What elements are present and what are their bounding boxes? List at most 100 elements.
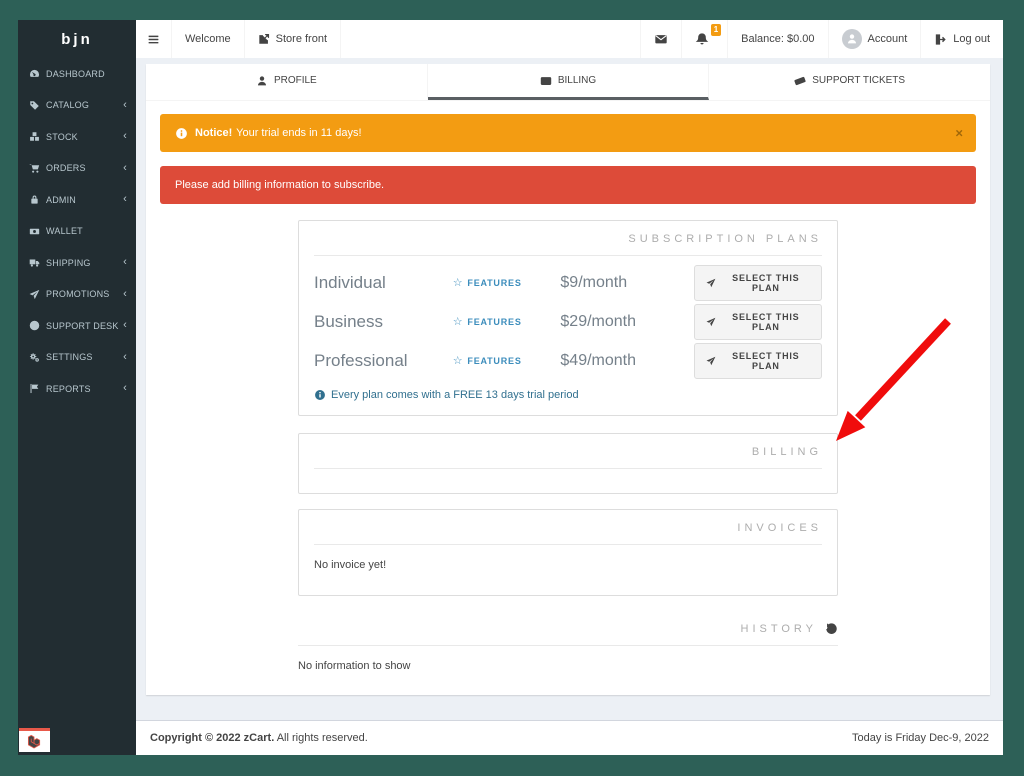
chevron-left-icon: ‹ [123, 161, 127, 174]
divider [314, 544, 822, 545]
sidebar-toggle-button[interactable] [136, 20, 172, 58]
features-label: FEATURES [467, 316, 522, 327]
select-plan-label: SELECT THIS PLAN [732, 272, 800, 293]
history-section: HISTORY No information to show [298, 622, 838, 692]
tab-label: SUPPORT TICKETS [812, 75, 906, 86]
sidebar-item-label: ORDERS [46, 163, 86, 174]
user-icon [846, 33, 858, 45]
lock-icon [29, 194, 46, 205]
plan-price: $9/month [560, 273, 628, 291]
topbar: Welcome Store front 1 Balance: $0.00 Acc… [136, 20, 1003, 58]
dashboard-icon [29, 68, 46, 79]
divider [298, 645, 838, 646]
history-icon [825, 622, 838, 635]
sidebar-item-stock[interactable]: STOCK ‹ [18, 121, 136, 153]
plan-price: $49/month [560, 351, 637, 369]
account-menu[interactable]: Account [827, 20, 921, 58]
money-icon [29, 226, 46, 237]
chevron-left-icon: ‹ [123, 130, 127, 143]
select-plan-label: SELECT THIS PLAN [732, 311, 800, 332]
billing-panel: BILLING [298, 433, 838, 494]
credit-card-icon [540, 75, 552, 87]
sidebar-item-shipping[interactable]: SHIPPING ‹ [18, 247, 136, 279]
chevron-left-icon: ‹ [123, 98, 127, 111]
app-logo[interactable]: bjn [18, 20, 136, 58]
laravel-debugbar-badge[interactable] [19, 728, 50, 752]
tab-support-tickets[interactable]: SUPPORT TICKETS [709, 64, 990, 100]
storefront-link[interactable]: Store front [245, 20, 342, 58]
sidebar-item-reports[interactable]: REPORTS ‹ [18, 373, 136, 405]
plan-row-individual: Individual ☆ FEATURES $9/month SELECT THIS P… [314, 264, 822, 301]
features-link[interactable]: ☆ FEATURES [453, 354, 561, 367]
close-icon[interactable]: × [955, 126, 963, 141]
divider [314, 255, 822, 256]
sidebar-item-promotions[interactable]: PROMOTIONS ‹ [18, 279, 136, 311]
chevron-left-icon: ‹ [123, 256, 127, 269]
sidebar-item-label: ADMIN [46, 194, 76, 205]
footer: Copyright © 2022 zCart. All rights reser… [136, 720, 1003, 755]
plan-name: Business [314, 311, 383, 331]
chevron-left-icon: ‹ [123, 382, 127, 395]
cubes-icon [29, 131, 46, 142]
sidebar-item-admin[interactable]: ADMIN ‹ [18, 184, 136, 216]
cart-icon [29, 163, 46, 174]
billing-required-alert: Please add billing information to subscr… [160, 166, 976, 204]
sidebar-item-label: WALLET [46, 226, 83, 237]
sidebar-item-catalog[interactable]: CATALOG ‹ [18, 90, 136, 122]
features-link[interactable]: ☆ FEATURES [453, 276, 561, 289]
tab-profile[interactable]: PROFILE [146, 64, 428, 100]
chevron-left-icon: ‹ [123, 350, 127, 363]
subscription-plans-panel: SUBSCRIPTION PLANS Individual ☆ FEATURES $9… [298, 220, 838, 416]
paper-plane-icon [706, 317, 716, 327]
tab-label: BILLING [557, 75, 597, 86]
history-empty-message: No information to show [298, 660, 411, 672]
plan-rows: Individual ☆ FEATURES $9/month SELECT THIS P… [314, 264, 822, 379]
tab-billing[interactable]: BILLING [427, 64, 710, 100]
sidebar-item-support-desk[interactable]: SUPPORT DESK ‹ [18, 310, 136, 342]
sidebar-item-label: REPORTS [46, 383, 91, 394]
select-plan-button[interactable]: SELECT THIS PLAN [693, 342, 822, 379]
content-area: PROFILE BILLING SUPPORT TICKETS Notice! Yo… [136, 58, 1003, 720]
notification-badge: 1 [710, 24, 722, 36]
star-icon: ☆ [452, 355, 464, 367]
sidebar-item-label: CATALOG [46, 100, 90, 111]
welcome-link[interactable]: Welcome [172, 20, 245, 58]
star-icon: ☆ [452, 277, 464, 289]
sidebar-menu: DASHBOARD CATALOG ‹ STOCK ‹ ORDERS ‹ ADMIN ‹ WALL… [18, 58, 136, 755]
sidebar-item-orders[interactable]: ORDERS ‹ [18, 153, 136, 185]
features-label: FEATURES [467, 355, 522, 366]
sidebar-item-label: SUPPORT DESK [46, 320, 119, 331]
sidebar: bjn DASHBOARD CATALOG ‹ STOCK ‹ ORDERS ‹ ADMIN ‹… [18, 20, 136, 755]
subscription-plans-heading: SUBSCRIPTION PLANS [628, 233, 822, 245]
sidebar-item-label: DASHBOARD [46, 68, 105, 79]
trial-notice-alert: Notice! Your trial ends in 11 days! × [160, 114, 976, 152]
plan-row-business: Business ☆ FEATURES $29/month SELECT THIS PL… [314, 303, 822, 340]
features-link[interactable]: ☆ FEATURES [453, 315, 561, 328]
flag-icon [29, 383, 46, 394]
billing-required-text: Please add billing information to subscr… [175, 179, 385, 191]
life-ring-icon [29, 320, 46, 331]
sidebar-item-dashboard[interactable]: DASHBOARD [18, 58, 136, 90]
sidebar-item-settings[interactable]: SETTINGS ‹ [18, 342, 136, 374]
plan-row-professional: Professional ☆ FEATURES $49/month SELECT THI… [314, 342, 822, 379]
account-card: PROFILE BILLING SUPPORT TICKETS Notice! Yo… [146, 64, 990, 695]
logout-label: Log out [953, 33, 990, 45]
truck-icon [29, 257, 46, 268]
messages-button[interactable] [640, 20, 681, 58]
logout-button[interactable]: Log out [920, 20, 1003, 58]
balance-label: Balance: $0.00 [741, 33, 815, 45]
plan-name: Professional [314, 350, 408, 370]
billing-heading: BILLING [751, 446, 822, 458]
balance-display[interactable]: Balance: $0.00 [727, 20, 827, 58]
history-heading: HISTORY [740, 622, 817, 635]
footer-copyright: Copyright © 2022 zCart. All rights reser… [150, 732, 368, 744]
select-plan-button[interactable]: SELECT THIS PLAN [693, 303, 822, 340]
main-area: Welcome Store front 1 Balance: $0.00 Acc… [136, 20, 1003, 755]
divider [314, 468, 822, 469]
plan-price: $29/month [560, 312, 637, 330]
user-icon [256, 75, 268, 87]
select-plan-button[interactable]: SELECT THIS PLAN [693, 264, 822, 301]
invoices-heading: INVOICES [737, 522, 822, 534]
sidebar-item-wallet[interactable]: WALLET [18, 216, 136, 248]
notifications-button[interactable]: 1 [681, 20, 727, 58]
